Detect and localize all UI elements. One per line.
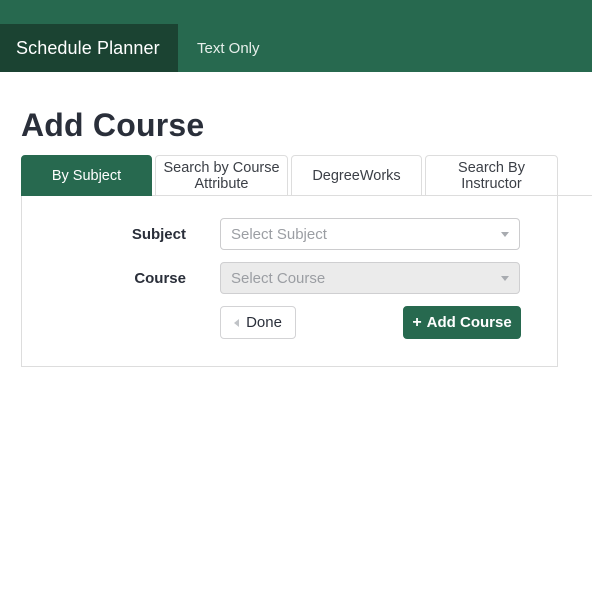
course-select-value: Select Course bbox=[231, 269, 326, 287]
subject-select-value: Select Subject bbox=[231, 225, 327, 243]
tab-search-by-instructor[interactable]: Search By Instructor bbox=[425, 155, 558, 196]
course-row: Course Select Course bbox=[22, 262, 557, 294]
tab-by-subject[interactable]: By Subject bbox=[21, 155, 152, 196]
add-course-panel: Subject Select Subject Course Select Cou… bbox=[21, 196, 558, 367]
tab-search-by-course-attribute-label: Search by Course Attribute bbox=[163, 159, 280, 192]
brand-home-tab[interactable]: Schedule Planner bbox=[0, 24, 178, 72]
tab-by-subject-label: By Subject bbox=[51, 167, 122, 184]
add-course-button[interactable]: + Add Course bbox=[403, 306, 521, 339]
add-course-button-label: Add Course bbox=[426, 314, 512, 331]
top-header-bar: Schedule Planner Text Only bbox=[0, 0, 592, 72]
tab-strip: By Subject Search by Course Attribute De… bbox=[0, 155, 592, 196]
chevron-down-icon bbox=[501, 275, 509, 281]
course-label: Course bbox=[134, 269, 186, 287]
brand-title: Schedule Planner bbox=[16, 38, 160, 58]
subject-select[interactable]: Select Subject bbox=[220, 218, 520, 250]
chevron-left-icon bbox=[234, 318, 240, 327]
tab-search-by-course-attribute[interactable]: Search by Course Attribute bbox=[155, 155, 288, 196]
plus-icon: + bbox=[412, 313, 422, 331]
tab-search-by-instructor-label: Search By Instructor bbox=[458, 159, 525, 192]
page-title: Add Course bbox=[21, 107, 205, 143]
chevron-down-icon bbox=[501, 231, 509, 237]
text-only-link[interactable]: Text Only bbox=[197, 24, 260, 72]
course-select[interactable]: Select Course bbox=[220, 262, 520, 294]
form-actions: Done + Add Course bbox=[22, 306, 557, 339]
done-button[interactable]: Done bbox=[220, 306, 296, 339]
done-button-label: Done bbox=[246, 314, 282, 331]
subject-row: Subject Select Subject bbox=[22, 218, 557, 250]
tab-degreeworks-label: DegreeWorks bbox=[312, 167, 401, 184]
subject-label: Subject bbox=[131, 225, 186, 243]
tab-degreeworks[interactable]: DegreeWorks bbox=[291, 155, 422, 196]
